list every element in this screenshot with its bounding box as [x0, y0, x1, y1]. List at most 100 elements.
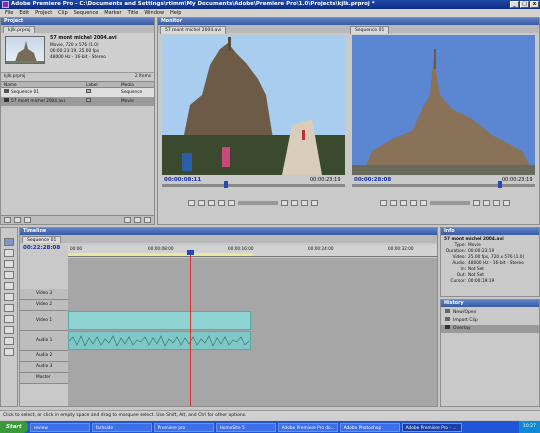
pen-tool-icon[interactable] — [4, 326, 14, 334]
track-header-audio-1[interactable]: Audio 1 — [20, 331, 68, 351]
taskbar-item[interactable]: farhside — [91, 422, 152, 432]
set-in-icon[interactable] — [380, 200, 387, 206]
razor-tool-icon[interactable] — [4, 293, 14, 301]
menu-window[interactable]: Window — [141, 9, 167, 17]
taskbar-item-active[interactable]: Adobe Premiere Pro - ... — [401, 422, 462, 432]
track-header-video-1[interactable]: Video 1 — [20, 311, 68, 331]
track-header-master[interactable]: Master — [20, 373, 68, 384]
automate-icon[interactable] — [24, 217, 31, 223]
timeline-playhead[interactable] — [190, 250, 191, 406]
source-tab[interactable]: 57 mont michel 2004.avi — [160, 26, 227, 34]
items-count: 2 Items — [134, 74, 151, 79]
delete-icon[interactable] — [144, 217, 151, 223]
start-button[interactable]: Start — [0, 421, 28, 433]
menu-project[interactable]: Project — [32, 9, 55, 17]
zoom-tool-icon[interactable] — [4, 348, 14, 356]
maximize-button[interactable]: □ — [520, 1, 529, 8]
set-out-icon[interactable] — [390, 200, 397, 206]
slip-tool-icon[interactable] — [4, 304, 14, 312]
hand-tool-icon[interactable] — [4, 337, 14, 345]
item-media: Movie — [121, 99, 134, 104]
play-icon[interactable] — [410, 200, 417, 206]
insert-icon[interactable] — [301, 200, 308, 206]
shuttle-slider[interactable] — [238, 201, 278, 205]
project-tab[interactable]: kjlk.prproj — [3, 26, 36, 33]
overlay-icon[interactable] — [311, 200, 318, 206]
taskbar-item[interactable]: Adobe Photoshop — [339, 422, 400, 432]
new-bin-icon[interactable] — [124, 217, 131, 223]
taskbar-item[interactable]: Premiere pro — [153, 422, 214, 432]
track-select-tool-icon[interactable] — [4, 249, 14, 257]
menu-clip[interactable]: Clip — [55, 9, 70, 17]
icon-view-icon[interactable] — [14, 217, 21, 223]
minimize-button[interactable]: _ — [510, 1, 519, 8]
taskbar-item[interactable]: review — [29, 422, 90, 432]
program-playhead-icon[interactable] — [498, 181, 502, 188]
selection-tool-icon[interactable] — [4, 238, 14, 246]
column-header-label[interactable]: Label — [86, 82, 121, 88]
step-back-icon[interactable] — [400, 200, 407, 206]
program-tab[interactable]: Sequence 01 — [350, 26, 390, 34]
trim-icon[interactable] — [503, 200, 510, 206]
track-header-audio-2[interactable]: Audio 2 — [20, 351, 68, 362]
info-label: Cursor: — [450, 279, 467, 284]
step-forward-icon[interactable] — [228, 200, 235, 206]
loop-icon[interactable] — [281, 200, 288, 206]
source-time-ruler[interactable] — [162, 184, 345, 187]
ripple-edit-tool-icon[interactable] — [4, 260, 14, 268]
history-item[interactable]: New/Open — [441, 309, 539, 317]
history-item[interactable]: Overlay — [441, 325, 539, 333]
list-item[interactable]: Sequence 01 Sequence — [1, 88, 154, 97]
set-in-icon[interactable] — [188, 200, 195, 206]
sequence-tab[interactable]: Sequence 01 — [22, 236, 62, 243]
menu-help[interactable]: Help — [167, 9, 184, 17]
menu-title[interactable]: Title — [125, 9, 142, 17]
step-forward-icon[interactable] — [420, 200, 427, 206]
playhead-handle-icon[interactable] — [187, 250, 194, 255]
set-out-icon[interactable] — [198, 200, 205, 206]
track-header-video-2[interactable]: Video 2 — [20, 300, 68, 311]
video-clip[interactable] — [68, 311, 251, 330]
lift-icon[interactable] — [483, 200, 490, 206]
slide-tool-icon[interactable] — [4, 315, 14, 323]
timeline-timecode[interactable]: 00:22:28:08 — [23, 245, 60, 251]
program-timecode[interactable]: 00:00:28:08 — [354, 177, 391, 183]
loop-icon[interactable] — [473, 200, 480, 206]
safe-margins-icon[interactable] — [291, 200, 298, 206]
play-icon[interactable] — [218, 200, 225, 206]
menu-marker[interactable]: Marker — [101, 9, 124, 17]
column-header-media[interactable]: Media — [121, 82, 151, 88]
work-area-bar[interactable] — [68, 253, 253, 256]
taskbar-item[interactable]: HomeSite 5 — [215, 422, 276, 432]
clock: 10:27 — [523, 424, 536, 429]
taskbar-item[interactable]: Adobe Premiere Pro do... — [277, 422, 338, 432]
track-header-audio-3[interactable]: Audio 3 — [20, 362, 68, 373]
history-item[interactable]: Import Clip — [441, 317, 539, 325]
program-time-ruler[interactable] — [352, 184, 535, 187]
window-title-bar[interactable]: Adobe Premiere Pro - C:\Documents and Se… — [0, 0, 540, 9]
step-back-icon[interactable] — [208, 200, 215, 206]
list-item[interactable]: 57 mont michel 2004.avi Movie — [1, 97, 154, 106]
source-video-frame[interactable] — [162, 35, 345, 175]
new-item-icon[interactable] — [134, 217, 141, 223]
history-panel-title: History — [441, 300, 539, 307]
column-header-name[interactable]: Name — [1, 82, 86, 88]
clip-info-name: 57 mont michel 2004.avi — [50, 36, 117, 41]
source-timecode[interactable]: 00:00:08:11 — [164, 177, 201, 183]
source-playhead-icon[interactable] — [224, 181, 228, 188]
menu-edit[interactable]: Edit — [16, 9, 32, 17]
audio-clip[interactable] — [68, 331, 251, 350]
time-ruler[interactable]: 00:00 00:00:08:00 00:00:16:00 00:00:24:0… — [68, 245, 437, 257]
close-button[interactable]: x — [530, 1, 539, 8]
menu-sequence[interactable]: Sequence — [71, 9, 102, 17]
rolling-edit-tool-icon[interactable] — [4, 271, 14, 279]
shuttle-slider[interactable] — [430, 201, 470, 205]
extract-icon[interactable] — [493, 200, 500, 206]
clip-info-line-3: 48000 Hz - 16-bit - Stereo — [50, 55, 106, 60]
track-header-video-3[interactable]: Video 3 — [20, 289, 68, 300]
project-panel: Project kjlk.prproj 57 mont michel 2004.… — [0, 17, 155, 225]
menu-file[interactable]: File — [2, 9, 16, 17]
list-view-icon[interactable] — [4, 217, 11, 223]
program-video-frame[interactable] — [352, 35, 535, 175]
rate-stretch-tool-icon[interactable] — [4, 282, 14, 290]
